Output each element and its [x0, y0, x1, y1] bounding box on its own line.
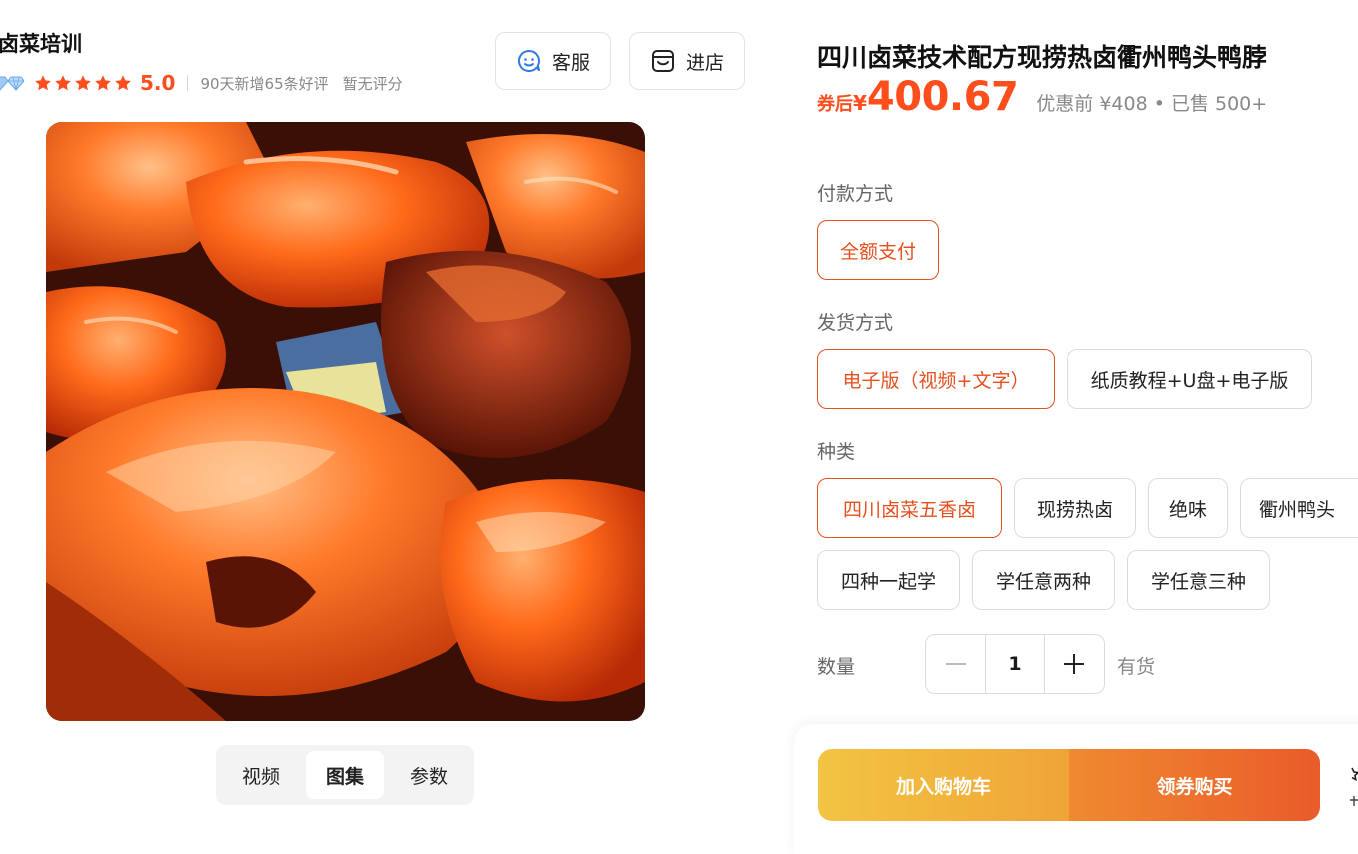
customer-service-icon [518, 50, 540, 72]
option-hot-braised[interactable]: 现捞热卤 [1014, 478, 1136, 538]
new-reviews-text: 90天新增65条好评 [200, 74, 329, 93]
favorite-icon [1350, 767, 1358, 806]
coupon-price-label: 券后 [817, 94, 853, 115]
store-icon [651, 50, 674, 72]
plus-icon [1064, 654, 1085, 674]
diamond-icon [8, 76, 24, 91]
diamond-icon [0, 76, 8, 91]
media-tab-bar: 视频 图集 参数 [216, 745, 474, 805]
original-price-sold: 优惠前 ¥408 • 已售 500+ [1036, 93, 1268, 115]
option-quzhou-duck-head[interactable]: 衢州鸭头 [1240, 478, 1358, 538]
no-rating-text: 暂无评分 [342, 74, 403, 93]
shop-level-badge [0, 75, 24, 91]
product-photo[interactable] [46, 122, 645, 721]
enter-store-label: 进店 [685, 51, 724, 74]
divider [187, 75, 189, 91]
shop-name[interactable]: 卤菜培训 [0, 28, 82, 58]
category-label: 种类 [817, 441, 856, 463]
favorite-button-edge[interactable] [1346, 762, 1358, 812]
coupon-price: 400.67 [866, 74, 1019, 120]
braised-duck-photo [46, 122, 645, 721]
tab-gallery[interactable]: 图集 [306, 751, 384, 799]
tab-params[interactable]: 参数 [390, 751, 468, 799]
rating-stars [34, 74, 132, 92]
star-icon [75, 75, 91, 91]
option-juewei[interactable]: 绝味 [1148, 478, 1228, 538]
minus-icon [945, 663, 966, 665]
add-to-cart-button[interactable]: 加入购物车 [818, 749, 1069, 821]
shop-rating-row: 5.0 90天新增65条好评 暂无评分 [0, 70, 403, 96]
star-icon [55, 75, 71, 91]
option-sichuan-five-spice[interactable]: 四川卤菜五香卤 [817, 478, 1002, 538]
quantity-label: 数量 [817, 656, 856, 678]
currency-symbol: ¥ [853, 91, 867, 115]
option-learn-any-two[interactable]: 学任意两种 [972, 550, 1115, 610]
option-learn-any-three[interactable]: 学任意三种 [1127, 550, 1270, 610]
coupon-buy-button[interactable]: 领券购买 [1069, 749, 1320, 821]
enter-store-button[interactable]: 进店 [629, 32, 745, 90]
decrease-button[interactable] [926, 635, 985, 693]
payment-method-label: 付款方式 [817, 183, 894, 205]
star-icon [115, 75, 131, 91]
purchase-button-group: 加入购物车 领券购买 [818, 749, 1320, 821]
tab-video[interactable]: 视频 [222, 751, 300, 799]
option-electronic[interactable]: 电子版（视频+文字） [817, 349, 1055, 409]
customer-service-button[interactable]: 客服 [495, 32, 611, 90]
quantity-input[interactable]: 1 [985, 635, 1045, 693]
product-title: 四川卤菜技术配方现捞热卤衢州鸭头鸭脖 [817, 43, 1268, 72]
shop-score: 5.0 [140, 71, 176, 95]
option-paper-usb[interactable]: 纸质教程+U盘+电子版 [1067, 349, 1312, 409]
quantity-stepper: 1 [925, 634, 1105, 694]
increase-button[interactable] [1045, 635, 1104, 693]
stock-status: 有货 [1117, 656, 1156, 678]
star-icon [35, 75, 51, 91]
price-row: 券后 ¥ 400.67 优惠前 ¥408 • 已售 500+ [817, 74, 1267, 120]
option-full-payment[interactable]: 全额支付 [817, 220, 939, 280]
customer-service-label: 客服 [551, 51, 590, 74]
delivery-method-label: 发货方式 [817, 312, 894, 334]
star-icon [95, 75, 111, 91]
option-learn-all-four[interactable]: 四种一起学 [817, 550, 960, 610]
